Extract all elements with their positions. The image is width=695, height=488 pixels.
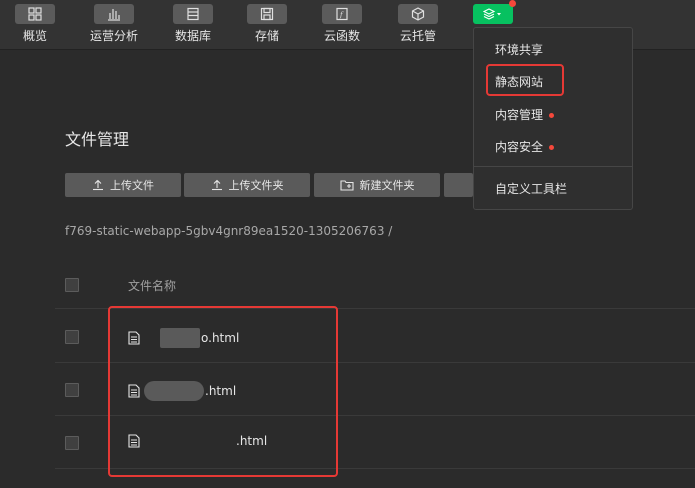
tool-database[interactable]: 数据库 (158, 0, 228, 49)
menu-divider (474, 166, 632, 167)
tool-analytics[interactable]: 运营分析 (79, 0, 149, 49)
upload-folder-label: 上传文件夹 (228, 179, 284, 192)
select-all-checkbox[interactable] (65, 278, 79, 292)
menu-item-label: 自定义工具栏 (495, 182, 568, 196)
upload-file-label: 上传文件 (110, 179, 154, 192)
upload-icon (211, 179, 222, 191)
new-folder-label: 新建文件夹 (359, 179, 415, 192)
bar-chart-icon (94, 4, 134, 24)
page-title: 文件管理 (65, 130, 130, 149)
tool-cloud-functions[interactable]: f 云函数 (307, 0, 377, 49)
upload-folder-button[interactable]: 上传文件夹 (184, 173, 310, 197)
row-checkbox[interactable] (65, 330, 79, 344)
menu-item-label: 内容安全 (495, 140, 544, 154)
breadcrumb-path: f769-static-webapp-5gbv4gnr89ea1520-1305… (65, 224, 393, 238)
column-header-filename: 文件名称 (128, 279, 177, 293)
static-website-highlight-annotation (486, 64, 564, 96)
layers-icon (473, 4, 513, 24)
menu-item-content-security[interactable]: 内容安全 (495, 138, 555, 155)
tool-label: 云托管 (399, 29, 436, 43)
row-checkbox[interactable] (65, 436, 79, 450)
more-dropdown-menu: 环境共享 静态网站 内容管理 内容安全 自定义工具栏 (473, 27, 633, 210)
function-icon: f (322, 4, 362, 24)
save-icon (247, 4, 287, 24)
notification-dot (509, 0, 516, 7)
box-icon (398, 4, 438, 24)
chevron-down-icon (497, 13, 501, 16)
upload-file-button[interactable]: 上传文件 (65, 173, 181, 197)
tool-label: 数据库 (174, 29, 211, 43)
tool-cloud-hosting[interactable]: 云托管 (383, 0, 453, 49)
files-highlight-annotation (108, 306, 338, 477)
tool-label: 概览 (22, 29, 47, 43)
folder-plus-icon (339, 180, 354, 191)
notification-dot (549, 145, 555, 150)
tool-label: 存储 (254, 29, 279, 43)
tool-label: 运营分析 (89, 29, 138, 43)
row-checkbox[interactable] (65, 383, 79, 397)
svg-text:f: f (339, 11, 344, 19)
menu-item-env-share[interactable]: 环境共享 (495, 41, 543, 58)
menu-item-label: 环境共享 (495, 43, 544, 57)
tool-storage[interactable]: 存储 (232, 0, 302, 49)
tool-overview[interactable]: 概览 (0, 0, 70, 49)
database-icon (173, 4, 213, 24)
grid-icon (15, 4, 55, 24)
more-action-button[interactable] (444, 173, 473, 197)
new-folder-button[interactable]: 新建文件夹 (314, 173, 440, 197)
notification-dot (549, 113, 555, 118)
upload-icon (93, 179, 103, 191)
tool-label: 云函数 (323, 29, 360, 43)
menu-item-content-management[interactable]: 内容管理 (495, 106, 555, 123)
menu-item-label: 内容管理 (495, 108, 544, 122)
menu-item-custom-toolbar[interactable]: 自定义工具栏 (495, 180, 567, 197)
